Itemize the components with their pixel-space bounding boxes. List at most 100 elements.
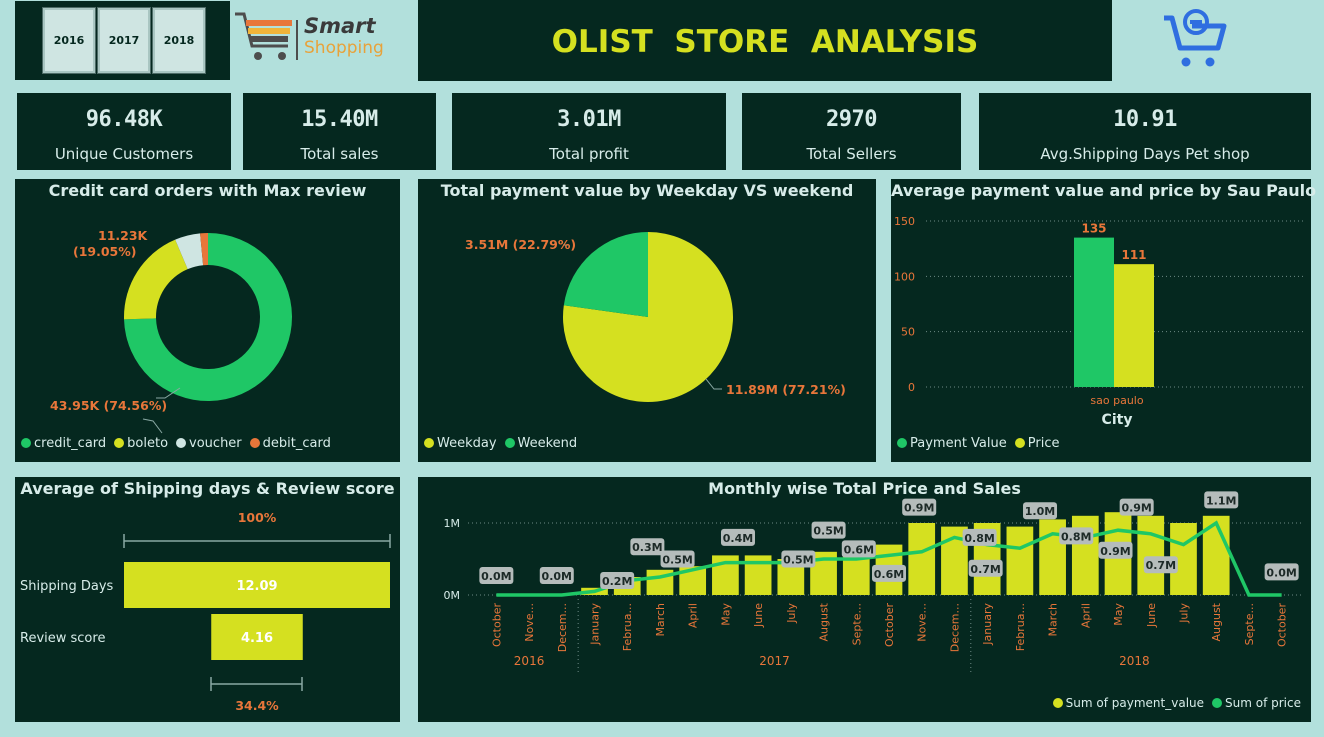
pie-legend: Weekday Weekend bbox=[424, 436, 577, 451]
data-label: 0.6M bbox=[874, 568, 904, 581]
x-tick-label: Februa... bbox=[1014, 603, 1027, 651]
year-axis-label: 2016 bbox=[514, 654, 545, 668]
y-tick-label: 150 bbox=[894, 215, 915, 228]
year-slicer-panel: 2016 2017 2018 bbox=[15, 1, 230, 80]
x-axis-title: City bbox=[1102, 412, 1133, 428]
pie-leader-line bbox=[705, 378, 722, 390]
logo: Smart Shopping bbox=[232, 6, 412, 68]
bar-value-label: 135 bbox=[1081, 222, 1106, 236]
x-tick-label: Februa... bbox=[621, 603, 634, 651]
legend-item[interactable]: Weekend bbox=[504, 436, 577, 451]
donut-label-boleto: 11.23K bbox=[98, 228, 149, 243]
pie-chart-panel: Total payment value by Weekday VS weeken… bbox=[418, 179, 876, 462]
kpi-total-sales: 15.40M Total sales bbox=[243, 93, 436, 170]
donut-chart-panel: Credit card orders with Max review 11.23… bbox=[15, 179, 400, 462]
city-bar-chart: 0 50 100 150 135 111 sao paulo City bbox=[894, 215, 1303, 428]
y-tick-label: 0 bbox=[908, 381, 915, 394]
kpi-total-profit: 3.01M Total profit bbox=[452, 93, 726, 170]
data-label: 0.9M bbox=[1100, 545, 1130, 558]
data-label: 0.7M bbox=[1146, 559, 1176, 572]
kpi-value: 10.91 bbox=[1113, 107, 1177, 132]
legend-item[interactable]: debit_card bbox=[249, 436, 331, 451]
x-tick-label: March bbox=[1047, 603, 1060, 637]
city-bar-chart-panel: Average payment value and price by Sau P… bbox=[891, 179, 1316, 462]
x-tick-label: October bbox=[1276, 603, 1289, 647]
legend-item[interactable]: credit_card bbox=[21, 436, 106, 451]
city-legend: Payment Value Price bbox=[897, 436, 1059, 451]
x-tick-label: July bbox=[785, 603, 798, 624]
x-tick-label: August bbox=[1210, 602, 1223, 641]
page-title: OLIST STORE ANALYSIS bbox=[551, 24, 979, 60]
legend-item[interactable]: Sum of payment_value bbox=[1052, 696, 1204, 710]
pie-chart: 3.51M (22.79%) 11.89M (77.21%) bbox=[465, 232, 846, 402]
data-label: 0.0M bbox=[481, 570, 511, 583]
cart-icon[interactable] bbox=[1160, 8, 1230, 70]
data-label: 0.2M bbox=[602, 575, 632, 588]
data-label: 0.7M bbox=[970, 563, 1000, 576]
shopping-cart-logo-icon bbox=[235, 12, 292, 60]
monthly-bar[interactable] bbox=[1006, 526, 1034, 595]
pie-label-weekday: 11.89M (77.21%) bbox=[726, 382, 846, 397]
y-tick-label: 0M bbox=[444, 589, 461, 602]
y-tick-label: 100 bbox=[894, 270, 915, 283]
x-tick-label: June bbox=[1145, 603, 1158, 628]
bar-payment-value[interactable] bbox=[1074, 237, 1114, 387]
bar-price[interactable] bbox=[1114, 264, 1154, 387]
legend-item[interactable]: Sum of price bbox=[1212, 696, 1301, 710]
data-label: 0.4M bbox=[723, 532, 753, 545]
x-tick-label: August bbox=[818, 602, 831, 641]
x-tick-label: January bbox=[589, 603, 602, 646]
shipping-chart-panel: Average of Shipping days & Review score … bbox=[15, 477, 400, 722]
x-tick-label: sao paulo bbox=[1090, 394, 1143, 407]
x-tick-label: May bbox=[719, 603, 732, 626]
year-2017-button[interactable]: 2017 bbox=[97, 7, 151, 74]
range-bracket-top bbox=[123, 534, 391, 548]
top-percent-label: 100% bbox=[238, 510, 277, 525]
legend-item[interactable]: voucher bbox=[176, 436, 242, 451]
legend-item[interactable]: Weekday bbox=[424, 436, 497, 451]
shipping-days-axis-label: Shipping Days bbox=[20, 579, 114, 594]
monthly-chart: 0M1M 0.0M 0.0M 0.2M0.3M0.5M0.4M0.5M0.5M0.6… bbox=[444, 491, 1303, 672]
year-2018-button[interactable]: 2018 bbox=[152, 7, 206, 74]
legend-item[interactable]: Price bbox=[1014, 436, 1059, 451]
kpi-total-sellers: 2970 Total Sellers bbox=[742, 93, 961, 170]
data-label: 1.0M bbox=[1025, 505, 1055, 518]
pie-slice-weekend[interactable] bbox=[563, 232, 648, 317]
pie-label-weekend: 3.51M (22.79%) bbox=[465, 237, 576, 252]
donut-leader-line bbox=[142, 418, 163, 434]
year-axis-label: 2017 bbox=[759, 654, 790, 668]
kpi-value: 2970 bbox=[826, 107, 877, 132]
year-2016-button[interactable]: 2016 bbox=[42, 7, 96, 74]
monthly-bar[interactable] bbox=[908, 523, 936, 595]
data-label: 0.5M bbox=[662, 553, 692, 566]
bar-value-label: 111 bbox=[1121, 248, 1146, 262]
data-label: 0.3M bbox=[632, 541, 662, 554]
legend-item[interactable]: Payment Value bbox=[897, 436, 1007, 451]
kpi-value: 3.01M bbox=[557, 107, 621, 132]
kpi-unique-customers: 96.48K Unique Customers bbox=[17, 93, 231, 170]
range-bracket-bottom bbox=[210, 677, 303, 691]
year-axis-label: 2018 bbox=[1119, 654, 1150, 668]
kpi-value: 96.48K bbox=[85, 107, 163, 132]
donut-chart: 11.23K (19.05%) 43.95K (74.56%) bbox=[50, 228, 292, 434]
x-tick-label: Nove... bbox=[916, 603, 929, 642]
donut-legend: credit_card boleto voucher debit_card bbox=[21, 436, 331, 451]
legend-item[interactable]: boleto bbox=[114, 436, 168, 451]
x-tick-label: March bbox=[654, 603, 667, 637]
x-tick-label: Decem... bbox=[948, 603, 961, 652]
x-tick-label: October bbox=[883, 603, 896, 647]
data-label: 0.9M bbox=[904, 502, 934, 515]
logo-line2: Shopping bbox=[304, 38, 384, 58]
shipping-bar-value: 4.16 bbox=[241, 631, 273, 646]
kpi-label: Unique Customers bbox=[54, 145, 194, 163]
data-label: 0.8M bbox=[964, 532, 994, 545]
monthly-bar[interactable] bbox=[1137, 515, 1165, 595]
data-label: 0.5M bbox=[813, 525, 843, 538]
data-label: 0.0M bbox=[542, 570, 572, 583]
x-tick-label: July bbox=[1177, 603, 1190, 624]
data-label: 1.1M bbox=[1206, 494, 1236, 507]
kpi-value: 15.40M bbox=[301, 107, 378, 132]
donut-label-boleto-pct: (19.05%) bbox=[73, 244, 137, 259]
title-panel: OLIST STORE ANALYSIS bbox=[418, 0, 1112, 81]
kpi-label: Avg.Shipping Days Pet shop bbox=[1040, 145, 1250, 163]
